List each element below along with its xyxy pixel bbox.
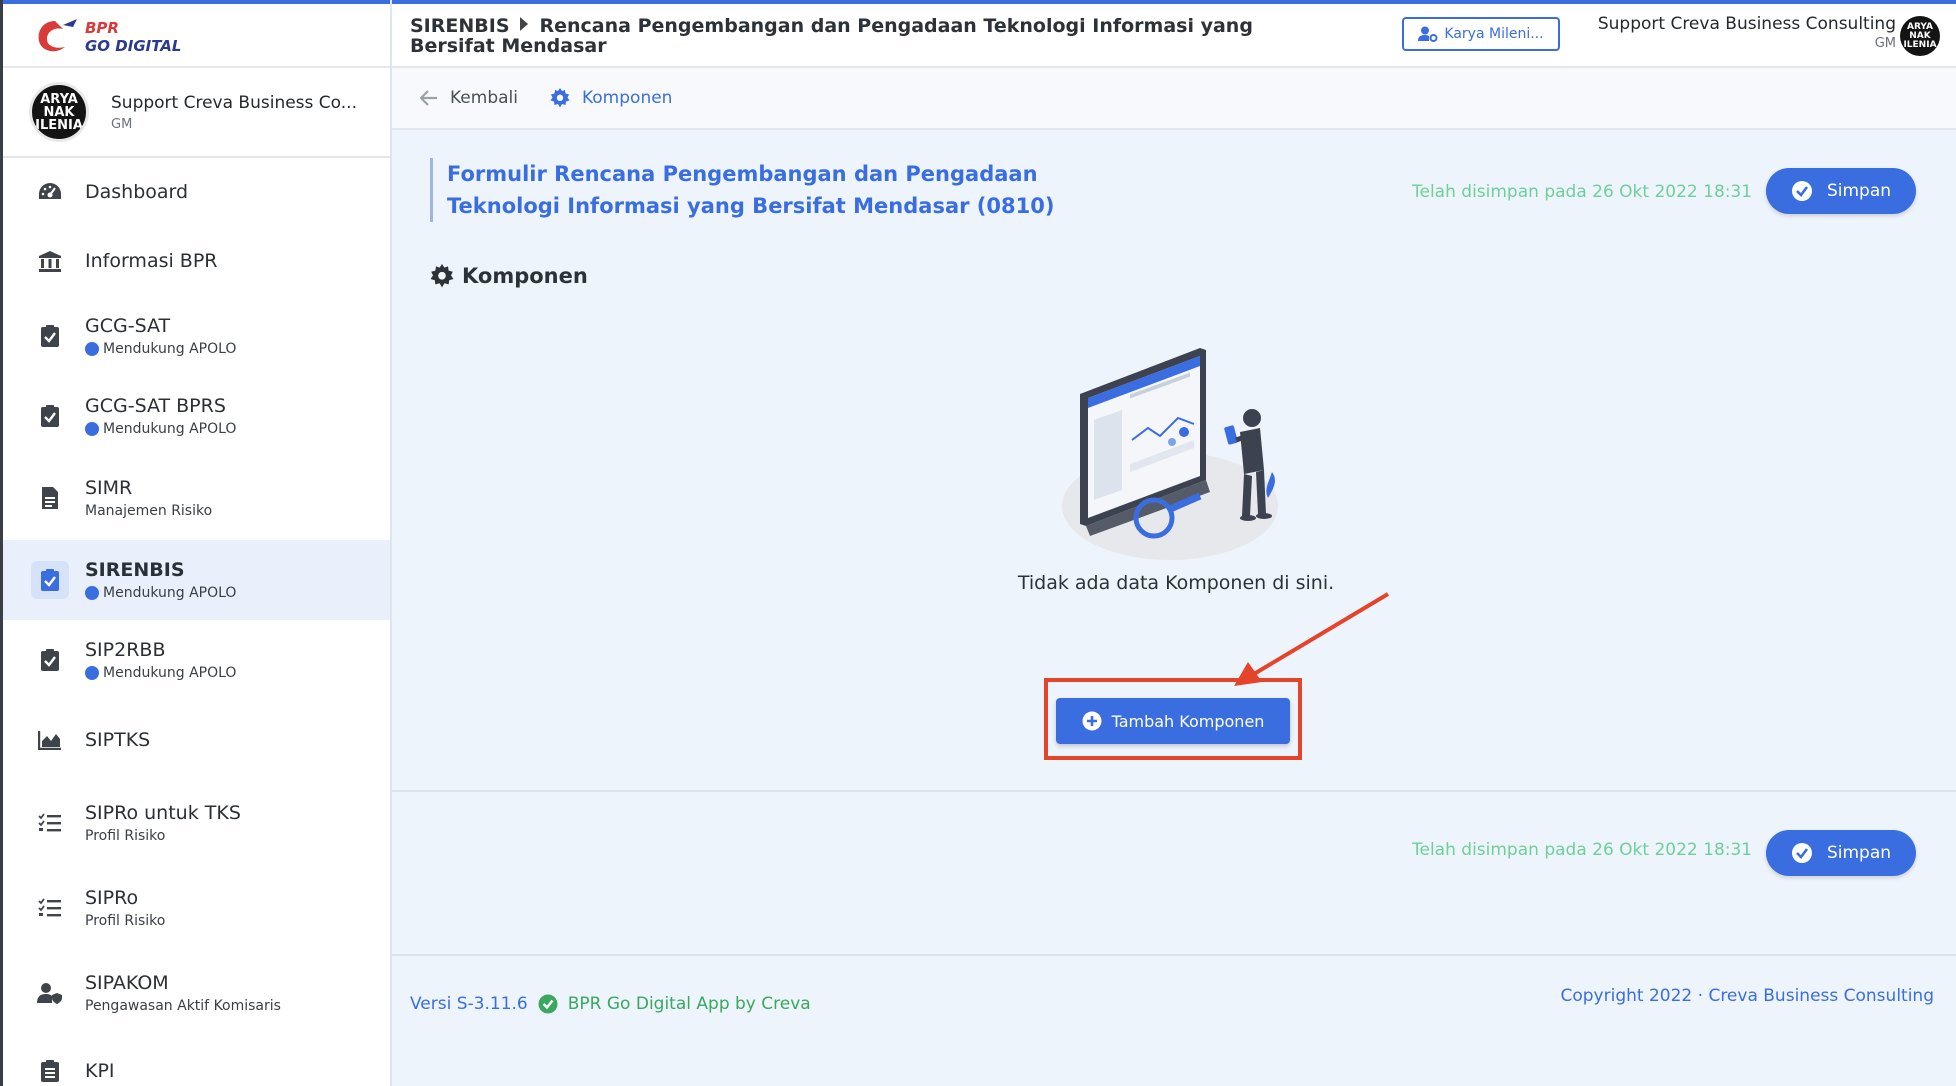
- user-cog-icon: [1418, 26, 1438, 42]
- avatar: ARYA NAK ILENIA: [29, 82, 89, 142]
- arrow-left-icon: [420, 90, 437, 106]
- empty-state-text: Tidak ada data Komponen di sini.: [1017, 572, 1335, 594]
- check-circle-icon: [1791, 843, 1812, 863]
- version-text: Versi S-3.11.6: [410, 994, 528, 1014]
- svg-text:BPR: BPR: [85, 19, 119, 37]
- apolo-status-dot: [85, 666, 99, 680]
- sidebar-item-gcg-sat-bprs[interactable]: GCG-SAT BPRS Mendukung APOLO: [3, 376, 390, 456]
- karya-milenial-label: Karya Mileni...: [1444, 26, 1544, 42]
- version-info: Versi S-3.11.6 BPR Go Digital App by Cre…: [410, 994, 811, 1014]
- sidebar-item-label: GCG-SAT: [85, 315, 171, 337]
- back-link[interactable]: Kembali: [420, 88, 518, 108]
- sidebar-item-sub: Manajemen Risiko: [85, 503, 213, 519]
- checklist-icon: [37, 810, 63, 836]
- sidebar-item-label: SIPAKOM: [85, 972, 169, 994]
- sidebar-item-sub: Mendukung APOLO: [103, 421, 237, 437]
- gear-icon: [430, 264, 454, 288]
- sidebar-item-sub: Pengawasan Aktif Komisaris: [85, 998, 281, 1014]
- save-button-bottom[interactable]: Simpan: [1766, 830, 1916, 876]
- sidebar-item-sub: Profil Risiko: [85, 828, 166, 844]
- sidebar-item-sub: Mendukung APOLO: [103, 665, 237, 681]
- sidebar-item-dashboard[interactable]: Dashboard: [3, 158, 390, 226]
- sidebar-item-label: SIRENBIS: [85, 559, 185, 581]
- form-title: Formulir Rencana Pengembangan dan Pengad…: [430, 158, 1130, 222]
- sidebar-item-label: Informasi BPR: [85, 250, 218, 272]
- sidebar-item-label: Dashboard: [85, 181, 189, 203]
- sidebar-item-label: SIPRo untuk TKS: [85, 802, 241, 824]
- apolo-status-dot: [85, 422, 99, 436]
- tab-komponen-label: Komponen: [581, 88, 673, 108]
- sidebar-item-informasi-bpr[interactable]: Informasi BPR: [3, 226, 390, 296]
- bottom-actions: Telah disimpan pada 26 Okt 2022 18:31 Si…: [392, 792, 1956, 954]
- clipboard-check-icon: [37, 647, 63, 673]
- clipboard-check-icon: [31, 561, 69, 599]
- dashboard-gauge-icon: [37, 179, 63, 205]
- karya-milenial-button[interactable]: Karya Mileni...: [1402, 17, 1560, 51]
- copyright-link[interactable]: Copyright 2022 · Creva Business Consulti…: [1561, 986, 1935, 1006]
- svg-text:GO DIGITAL: GO DIGITAL: [85, 37, 181, 55]
- check-circle-icon: [538, 994, 558, 1014]
- breadcrumb-root[interactable]: SIRENBIS: [410, 15, 510, 37]
- back-label: Kembali: [450, 88, 518, 108]
- clipboard-check-icon: [37, 403, 63, 429]
- bpr-go-digital-logo[interactable]: BPR GO DIGITAL: [3, 0, 390, 68]
- header-user-role: GM: [1874, 36, 1896, 51]
- breadcrumb-current: Rencana Pengembangan dan Pengadaan Tekno…: [410, 15, 1253, 57]
- header-avatar[interactable]: ARYA NAK ILENIA: [1900, 16, 1940, 56]
- bank-building-icon: [37, 248, 63, 274]
- profile-name: Support Creva Business Co...: [111, 92, 357, 113]
- sidebar-item-simr[interactable]: SIMR Manajemen Risiko: [3, 456, 390, 540]
- clipboard-check-icon: [37, 323, 63, 349]
- annotation-arrow: [1234, 592, 1390, 686]
- sidebar-item-sub: Profil Risiko: [85, 913, 166, 929]
- apolo-status-dot: [85, 342, 99, 356]
- header-user[interactable]: Support Creva Business Consulting GM: [1598, 14, 1896, 51]
- sidebar-item-label: KPI: [85, 1060, 115, 1082]
- sidebar-item-sub: Mendukung APOLO: [103, 585, 237, 601]
- profile-role: GM: [111, 116, 133, 132]
- sidebar-item-label: GCG-SAT BPRS: [85, 395, 226, 417]
- sidebar-item-label: SIPRo: [85, 887, 139, 909]
- empty-state-illustration: [1060, 340, 1284, 566]
- sidebar-item-sipro[interactable]: SIPRo Profil Risiko: [3, 866, 390, 950]
- section-title: Komponen: [430, 264, 588, 288]
- saved-status: Telah disimpan pada 26 Okt 2022 18:31: [1412, 182, 1753, 202]
- checklist-icon: [37, 895, 63, 921]
- user-shield-icon: [37, 980, 63, 1006]
- save-button[interactable]: Simpan: [1766, 168, 1916, 214]
- sidebar-item-gcg-sat[interactable]: GCG-SAT Mendukung APOLO: [3, 296, 390, 376]
- area-chart-icon: [37, 727, 63, 753]
- sidebar-item-label: SIMR: [85, 477, 133, 499]
- sub-navigation: Kembali Komponen: [392, 68, 1956, 130]
- sidebar-item-label: SIPTKS: [85, 729, 151, 751]
- save-button-label: Simpan: [1826, 843, 1892, 863]
- sidebar-profile[interactable]: ARYA NAK ILENIA Support Creva Business C…: [3, 68, 390, 158]
- document-icon: [37, 485, 63, 511]
- saved-status-bottom: Telah disimpan pada 26 Okt 2022 18:31: [1412, 840, 1753, 860]
- sidebar-item-label: SIP2RBB: [85, 639, 166, 661]
- sidebar-item-sipro-tks[interactable]: SIPRo untuk TKS Profil Risiko: [3, 780, 390, 866]
- apolo-status-dot: [85, 586, 99, 600]
- clipboard-list-icon: [37, 1058, 63, 1084]
- sidebar-item-sipakom[interactable]: SIPAKOM Pengawasan Aktif Komisaris: [3, 950, 390, 1036]
- section-title-label: Komponen: [462, 264, 588, 288]
- sidebar: BPR GO DIGITAL ARYA NAK ILENIA Support C…: [0, 0, 392, 1086]
- sidebar-item-siptks[interactable]: SIPTKS: [3, 700, 390, 780]
- sidebar-item-sub: Mendukung APOLO: [103, 341, 237, 357]
- save-button-label: Simpan: [1826, 181, 1892, 201]
- sidebar-item-sirenbis[interactable]: SIRENBIS Mendukung APOLO: [3, 540, 390, 620]
- sidebar-nav: Dashboard Informasi BPR GCG-SAT Mendukung…: [3, 158, 390, 1086]
- check-circle-icon: [1791, 181, 1812, 201]
- tab-komponen[interactable]: Komponen: [550, 88, 672, 108]
- header-user-name: Support Creva Business Consulting: [1597, 14, 1896, 34]
- sidebar-item-kpi[interactable]: KPI: [3, 1036, 390, 1086]
- caret-right-icon: [519, 17, 528, 31]
- sidebar-item-sip2rbb[interactable]: SIP2RBB Mendukung APOLO: [3, 620, 390, 700]
- top-header: SIRENBIS Rencana Pengembangan dan Pengada…: [392, 0, 1956, 68]
- app-credit: BPR Go Digital App by Creva: [567, 994, 811, 1014]
- gear-icon: [550, 88, 570, 108]
- footer: Versi S-3.11.6 BPR Go Digital App by Cre…: [392, 954, 1956, 1086]
- breadcrumb: SIRENBIS Rencana Pengembangan dan Pengada…: [410, 16, 1310, 56]
